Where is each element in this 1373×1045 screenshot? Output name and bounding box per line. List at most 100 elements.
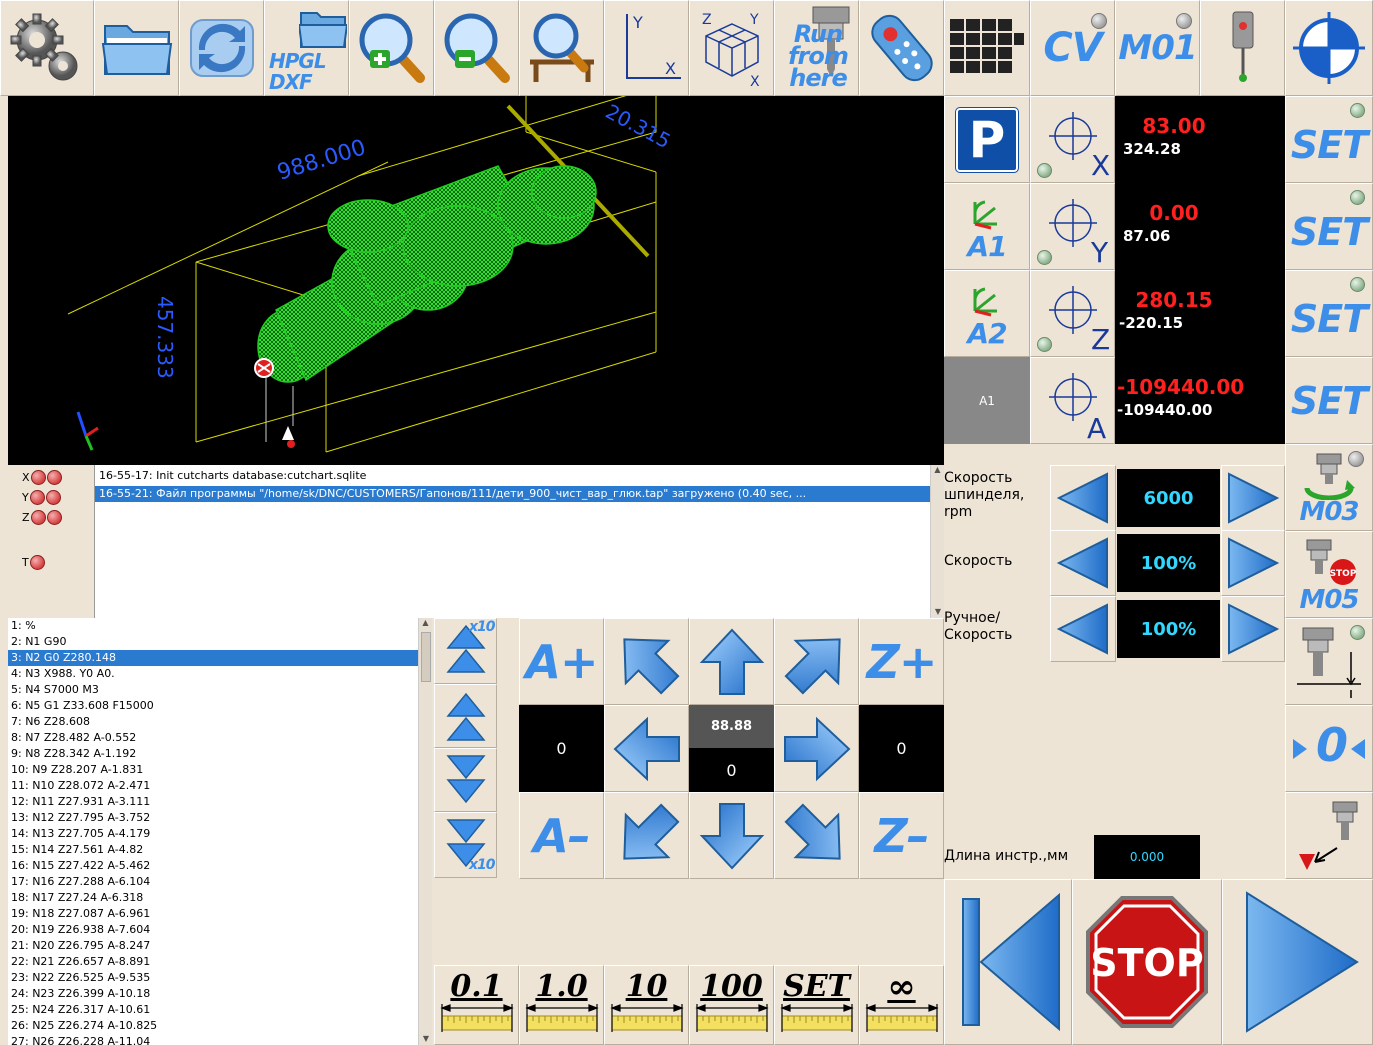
gcode-listing[interactable]: 1: % 2: N1 G90 3: N2 G0 Z280.148 4: N3 X988… xyxy=(8,618,418,1045)
stop-button[interactable]: STOP xyxy=(1072,879,1222,1045)
gcode-line[interactable]: 24: N23 Z26.399 A-10.18 xyxy=(8,986,418,1002)
jog-down-button[interactable] xyxy=(689,792,774,879)
zoom-in-button[interactable] xyxy=(349,0,434,96)
gcode-line[interactable]: 21: N20 Z26.795 A-8.247 xyxy=(8,938,418,954)
park-button[interactable]: P xyxy=(944,96,1030,183)
keyboard-button[interactable] xyxy=(944,0,1030,96)
step-button[interactable]: 10 xyxy=(604,965,689,1045)
speed-decrease-button[interactable] xyxy=(1050,596,1116,662)
view-xy-button[interactable]: Y X xyxy=(604,0,689,96)
import-hpgl-dxf-button[interactable]: HPGL DXF xyxy=(264,0,349,96)
feed-down-button[interactable] xyxy=(434,748,497,812)
open-file-button[interactable] xyxy=(94,0,179,96)
step-button[interactable]: 1.0 xyxy=(519,965,604,1045)
jog-up-left-button[interactable] xyxy=(604,618,689,705)
gcode-line[interactable]: 22: N21 Z26.657 A-8.891 xyxy=(8,954,418,970)
cv-label: CV xyxy=(1043,25,1102,71)
gcode-line[interactable]: 20: N19 Z26.938 A-7.604 xyxy=(8,922,418,938)
z-plus-button[interactable]: Z+ xyxy=(859,618,944,705)
message-log[interactable]: 16-55-17: Init cutcharts database:cutcha… xyxy=(94,465,930,618)
step-button[interactable]: 100 xyxy=(689,965,774,1045)
gcode-line[interactable]: 7: N6 Z28.608 xyxy=(8,714,418,730)
log-entry-selected: 16-55-21: Файл программы "/home/sk/DNC/C… xyxy=(95,486,930,502)
gcode-line[interactable]: 2: N1 G90 xyxy=(8,634,418,650)
m01-button[interactable]: M01 xyxy=(1115,0,1200,96)
gcode-line[interactable]: 9: N8 Z28.342 A-1.192 xyxy=(8,746,418,762)
rotate-a2-button[interactable]: A2 xyxy=(944,270,1030,357)
rotate-a1-button[interactable]: A1 xyxy=(944,183,1030,270)
zero-y-button[interactable]: Y xyxy=(1030,183,1115,270)
step-button[interactable]: SET xyxy=(774,965,859,1045)
gcode-line[interactable]: 11: N10 Z28.072 A-2.471 xyxy=(8,778,418,794)
zoom-out-button[interactable] xyxy=(434,0,519,96)
jog-up-button[interactable] xyxy=(689,618,774,705)
speed-increase-button[interactable] xyxy=(1221,530,1285,596)
z-minus-button[interactable]: Z– xyxy=(859,792,944,879)
jog-down-left-button[interactable] xyxy=(604,792,689,879)
speed-decrease-button[interactable] xyxy=(1050,465,1116,531)
gcode-line[interactable]: 27: N26 Z26.228 A-11.04 xyxy=(8,1034,418,1045)
zero-point-button[interactable] xyxy=(1285,0,1373,96)
jog-down-right-button[interactable] xyxy=(774,792,859,879)
toolpath-viewport[interactable]: 988.000 457.333 20.315 xyxy=(8,42,944,465)
gcode-line[interactable]: 10: N9 Z28.207 A-1.831 xyxy=(8,762,418,778)
gcode-line[interactable]: 14: N13 Z27.705 A-4.179 xyxy=(8,826,418,842)
step-button[interactable]: 0.1 xyxy=(434,965,519,1045)
set-x-button[interactable]: SET xyxy=(1285,96,1373,183)
gcode-scrollbar[interactable]: ▲ ▼ xyxy=(418,618,432,1045)
jog-up-right-button[interactable] xyxy=(774,618,859,705)
probe-button[interactable] xyxy=(1200,0,1285,96)
zoom-table-button[interactable] xyxy=(519,0,604,96)
gcode-line[interactable]: 26: N25 Z26.274 A-10.825 xyxy=(8,1018,418,1034)
spindle-stop-m05-button[interactable]: STOP M05 xyxy=(1285,531,1373,618)
gcode-line[interactable]: 6: N5 G1 Z33.608 F15000 xyxy=(8,698,418,714)
a-plus-button[interactable]: A+ xyxy=(519,618,604,705)
gcode-line[interactable]: 16: N15 Z27.422 A-5.462 xyxy=(8,858,418,874)
gcode-line[interactable]: 15: N14 Z27.561 A-4.82 xyxy=(8,842,418,858)
gcode-line[interactable]: 23: N22 Z26.525 A-9.535 xyxy=(8,970,418,986)
zero-z-button[interactable]: Z xyxy=(1030,270,1115,357)
feed-down-x10-button[interactable]: x10 xyxy=(434,812,497,878)
tool-touch-off-button[interactable] xyxy=(1285,792,1373,879)
feed-up-x10-button[interactable]: x10 xyxy=(434,618,497,684)
zero-tool-button[interactable]: 0 xyxy=(1285,705,1373,792)
speed-increase-button[interactable] xyxy=(1221,465,1285,531)
gcode-line[interactable]: 1: % xyxy=(8,618,418,634)
set-a-button[interactable]: SET xyxy=(1285,357,1373,444)
gcode-line[interactable]: 12: N11 Z27.931 A-3.111 xyxy=(8,794,418,810)
cycle-start-button[interactable] xyxy=(1222,879,1373,1045)
speed-decrease-button[interactable] xyxy=(1050,530,1116,596)
rewind-button[interactable] xyxy=(944,879,1072,1045)
cv-button[interactable]: CV xyxy=(1030,0,1115,96)
speed-increase-button[interactable] xyxy=(1221,596,1285,662)
a1-gray-button[interactable]: A1 xyxy=(944,357,1030,444)
gcode-line[interactable]: 17: N16 Z27.288 A-6.104 xyxy=(8,874,418,890)
zero-x-button[interactable]: X xyxy=(1030,96,1115,183)
tool-length-value[interactable]: 0.000 xyxy=(1094,835,1200,879)
gcode-line[interactable]: 13: N12 Z27.795 A-3.752 xyxy=(8,810,418,826)
zero-a-button[interactable]: A xyxy=(1030,357,1115,444)
feed-up-button[interactable] xyxy=(434,684,497,748)
gcode-line[interactable]: 4: N3 X988. Y0 A0. xyxy=(8,666,418,682)
jog-right-button[interactable] xyxy=(774,705,859,792)
a-minus-button[interactable]: A– xyxy=(519,792,604,879)
run-from-here-button[interactable]: Run from here xyxy=(774,0,859,96)
gcode-line-selected[interactable]: 3: N2 G0 Z280.148 xyxy=(8,650,418,666)
log-scrollbar[interactable]: ▲ ▼ xyxy=(930,465,944,618)
jog-left-button[interactable] xyxy=(604,705,689,792)
remote-pendant-button[interactable] xyxy=(859,0,944,96)
gcode-line[interactable]: 5: N4 S7000 M3 xyxy=(8,682,418,698)
gcode-line[interactable]: 18: N17 Z27.24 A-6.318 xyxy=(8,890,418,906)
set-z-button[interactable]: SET xyxy=(1285,270,1373,357)
set-y-button[interactable]: SET xyxy=(1285,183,1373,270)
tool-measure-button[interactable] xyxy=(1285,618,1373,705)
reload-button[interactable] xyxy=(179,0,264,96)
step-button[interactable]: ∞ xyxy=(859,965,944,1045)
gcode-line[interactable]: 19: N18 Z27.087 A-6.961 xyxy=(8,906,418,922)
settings-button[interactable] xyxy=(0,0,94,96)
ruler-icon xyxy=(439,1004,514,1032)
spindle-cw-m03-button[interactable]: M03 xyxy=(1285,444,1373,531)
gcode-line[interactable]: 8: N7 Z28.482 A-0.552 xyxy=(8,730,418,746)
view-3d-button[interactable]: Z Y X xyxy=(689,0,774,96)
gcode-line[interactable]: 25: N24 Z26.317 A-10.61 xyxy=(8,1002,418,1018)
